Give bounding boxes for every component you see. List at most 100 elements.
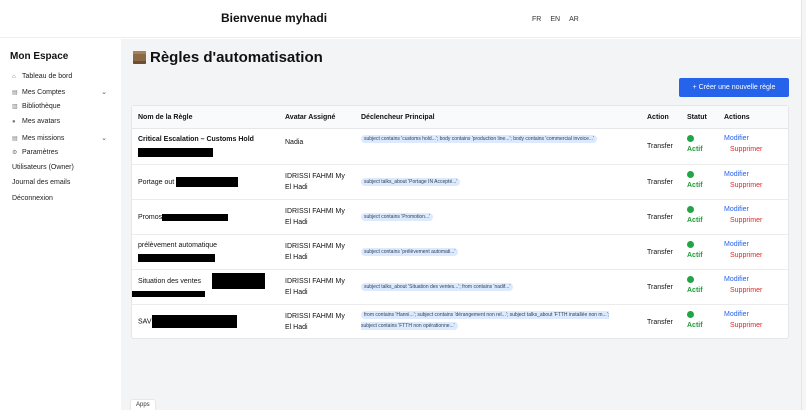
redaction	[132, 291, 205, 297]
status-badge: Actif	[687, 287, 703, 294]
sidebar-item-label: Mes avatars	[22, 118, 61, 125]
table-row: Situation des ventes IDRISSI FAHMI My El …	[132, 270, 788, 305]
status-dot-icon	[687, 171, 694, 178]
rule-name: Promos	[138, 212, 229, 223]
sidebar-item-missions[interactable]: ▤ Mes missions ⌄	[12, 134, 107, 143]
table-row: prélèvement automatique IDRISSI FAHMI My…	[132, 235, 788, 270]
sidebar-item-accounts[interactable]: ▤ Mes Comptes ⌄	[12, 88, 107, 97]
document-icon: ▤	[12, 89, 18, 96]
trigger-chip: subject talks_about 'Situation des vente…	[361, 283, 514, 291]
table-row: Critical Escalation – Customs Hold Nadia…	[132, 130, 788, 165]
redaction	[138, 254, 215, 262]
avatar-name: IDRISSI FAHMI My El Hadi	[285, 243, 345, 261]
lang-fr[interactable]: FR	[532, 16, 541, 23]
avatar-name: IDRISSI FAHMI My El Hadi	[285, 278, 345, 296]
sidebar-item-label: Journal des emails	[12, 179, 71, 186]
sidebar-item-label: Déconnexion	[12, 195, 53, 202]
status-badge: Actif	[687, 322, 703, 329]
page-title-text: Règles d'automatisation	[150, 49, 323, 66]
sidebar-item-label: Mes missions	[22, 134, 65, 142]
trigger-list: from contains 'Hanni...'; subject contai…	[361, 310, 626, 332]
dashboard-icon: ⌂	[12, 73, 16, 80]
sidebar-item-logout[interactable]: Déconnexion	[12, 195, 107, 202]
header-rule-name: Nom de la Règle	[138, 114, 193, 121]
modify-link[interactable]: Modifier	[724, 241, 749, 248]
header-action: Action	[647, 114, 669, 121]
avatar-name: Nadia	[285, 139, 304, 146]
trigger-chip: subject talks_about 'Portage IN Accepté.…	[361, 178, 461, 186]
gear-icon: ⚙	[12, 150, 18, 156]
table-row: Portage out IDRISSI FAHMI My El Hadi subj…	[132, 165, 788, 200]
sidebar-item-dashboard[interactable]: ⌂ Tableau de bord	[12, 73, 107, 80]
trigger-chip: from contains 'Hanni...'; subject contai…	[361, 311, 610, 330]
welcome-title: Bienvenue myhadi	[221, 11, 328, 25]
sidebar-item-label: Utilisateurs (Owner)	[12, 164, 74, 171]
table-header: Nom de la Règle Avatar Assigné Déclenche…	[132, 106, 788, 129]
lang-ar[interactable]: AR	[569, 16, 579, 23]
chevron-down-icon[interactable]: ⌄	[101, 134, 107, 142]
avatar-name: IDRISSI FAHMI My El Hadi	[285, 208, 345, 226]
avatar-name: IDRISSI FAHMI My El Hadi	[285, 173, 345, 191]
top-bar: Bienvenue myhadi FR EN AR	[0, 0, 806, 38]
status-badge: Actif	[687, 146, 703, 153]
sidebar-item-settings[interactable]: ⚙ Paramètres	[12, 149, 107, 156]
status-badge: Actif	[687, 182, 703, 189]
sidebar: Mon Espace ⌂ Tableau de bord ▤ Mes Compt…	[0, 39, 121, 410]
header-avatar: Avatar Assigné	[285, 114, 336, 121]
sidebar-item-library[interactable]: ▥ Bibliothèque	[12, 103, 107, 110]
redaction	[162, 213, 229, 221]
modify-link[interactable]: Modifier	[724, 135, 749, 142]
delete-link[interactable]: Supprimer	[730, 146, 762, 153]
delete-link[interactable]: Supprimer	[730, 252, 762, 259]
rule-name: Critical Escalation – Customs Hold	[138, 136, 254, 143]
delete-link[interactable]: Supprimer	[730, 217, 762, 224]
rule-name: prélèvement automatique	[138, 242, 217, 249]
scrollbar[interactable]	[801, 0, 806, 410]
rule-action: Transfer	[647, 214, 673, 221]
delete-link[interactable]: Supprimer	[730, 322, 762, 329]
delete-link[interactable]: Supprimer	[730, 287, 762, 294]
apps-tab[interactable]: Apps	[130, 399, 156, 410]
modify-link[interactable]: Modifier	[724, 276, 749, 283]
scroll-icon	[133, 51, 146, 64]
trigger-chip: subject contains 'Promotion...'	[361, 213, 434, 221]
header-status: Statut	[687, 114, 707, 121]
main-content: Règles d'automatisation + Créer une nouv…	[121, 39, 801, 410]
status-badge: Actif	[687, 217, 703, 224]
sidebar-item-avatars[interactable]: ● Mes avatars	[12, 118, 107, 125]
trigger-chip: subject contains 'customs hold...'; body…	[361, 135, 598, 143]
header-actions: Actions	[724, 114, 750, 121]
status-dot-icon	[687, 241, 694, 248]
create-rule-button[interactable]: + Créer une nouvelle règle	[679, 78, 789, 97]
book-icon: ▥	[12, 104, 18, 110]
sidebar-item-email-log[interactable]: Journal des emails	[12, 179, 107, 186]
sidebar-item-label: Bibliothèque	[22, 103, 61, 110]
lang-en[interactable]: EN	[550, 16, 560, 23]
redaction	[212, 273, 265, 289]
language-switcher: FR EN AR	[532, 16, 579, 23]
status-dot-icon	[687, 135, 694, 142]
delete-link[interactable]: Supprimer	[730, 182, 762, 189]
rule-name: SAV	[138, 315, 237, 328]
rule-action: Transfer	[647, 179, 673, 186]
chevron-down-icon[interactable]: ⌄	[101, 88, 107, 96]
rule-action: Transfer	[647, 319, 673, 326]
redaction	[151, 315, 237, 328]
table-row: SAV IDRISSI FAHMI My El Hadi from contain…	[132, 305, 788, 340]
user-icon: ●	[12, 118, 16, 125]
rules-table: Nom de la Règle Avatar Assigné Déclenche…	[131, 105, 789, 339]
modify-link[interactable]: Modifier	[724, 171, 749, 178]
redaction	[138, 148, 213, 157]
sidebar-item-label: Mes Comptes	[22, 88, 66, 96]
sidebar-item-label: Tableau de bord	[22, 73, 73, 80]
modify-link[interactable]: Modifier	[724, 206, 749, 213]
sidebar-item-users-owner[interactable]: Utilisateurs (Owner)	[12, 164, 107, 171]
status-dot-icon	[687, 206, 694, 213]
page-title: Règles d'automatisation	[133, 49, 323, 66]
modify-link[interactable]: Modifier	[724, 311, 749, 318]
redaction	[176, 177, 239, 188]
rule-action: Transfer	[647, 284, 673, 291]
sidebar-title: Mon Espace	[10, 51, 69, 62]
trigger-list: subject talks_about 'Situation des vente…	[361, 282, 626, 293]
document-icon: ▤	[12, 135, 18, 142]
